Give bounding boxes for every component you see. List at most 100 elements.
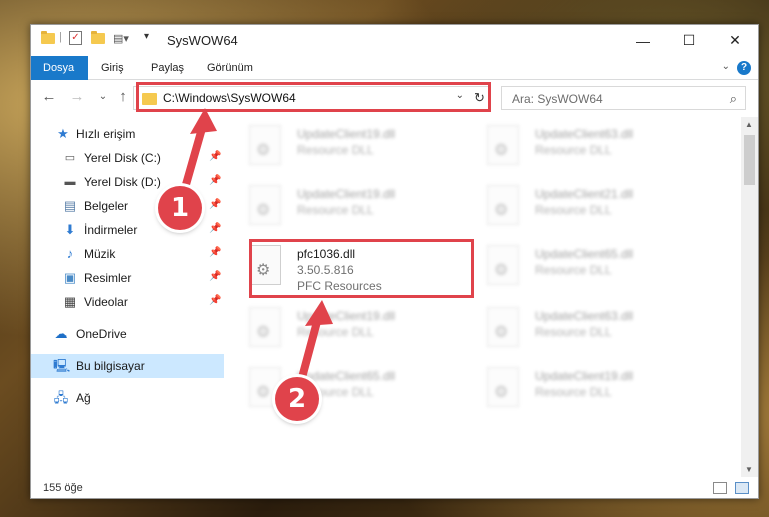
pictures-icon: ▣ bbox=[63, 270, 77, 285]
file-name: UpdateClient65.dll bbox=[535, 247, 634, 261]
step-badge-2: 2 bbox=[275, 377, 319, 421]
file-item[interactable]: UpdateClient63.dll Resource DLL bbox=[465, 299, 695, 355]
back-arrow-icon[interactable]: ← bbox=[39, 87, 59, 107]
nav-label: Resimler bbox=[84, 271, 132, 285]
computer-icon: 🖳 bbox=[53, 358, 71, 373]
nav-onedrive[interactable]: ☁ OneDrive bbox=[31, 322, 224, 346]
details-view-icon[interactable] bbox=[713, 482, 727, 494]
documents-icon: ▤ bbox=[63, 198, 77, 213]
nav-label: Bu bilgisayar bbox=[76, 359, 145, 373]
file-name: UpdateClient19.dll bbox=[297, 187, 396, 201]
nav-network[interactable]: 🖧 Ağ bbox=[31, 386, 224, 410]
file-name: UpdateClient63.dll bbox=[535, 309, 634, 323]
tab-home[interactable]: Giriş bbox=[89, 56, 136, 80]
nav-label: Yerel Disk (D:) bbox=[84, 175, 161, 189]
forward-arrow-icon[interactable]: → bbox=[67, 87, 87, 107]
pin-icon[interactable]: 📌 bbox=[209, 175, 221, 186]
expand-ribbon-icon[interactable]: ⌄ bbox=[722, 61, 730, 72]
nav-label: Belgeler bbox=[84, 199, 129, 213]
search-placeholder: Ara: SysWOW64 bbox=[512, 92, 603, 106]
item-count: 155 öğe bbox=[43, 482, 83, 494]
file-item[interactable]: UpdateClient19.dll Resource DLL bbox=[227, 299, 457, 355]
search-input[interactable]: Ara: SysWOW64 ⌕ bbox=[501, 86, 746, 110]
nav-drive-d[interactable]: ▬ Yerel Disk (D:) 📌 bbox=[31, 170, 224, 194]
file-item[interactable]: UpdateClient19.dll Resource DLL bbox=[465, 359, 695, 415]
nav-label: Müzik bbox=[84, 247, 116, 261]
recent-locations-icon[interactable]: ⌄ bbox=[93, 87, 113, 107]
nav-drive-c[interactable]: ▭ Yerel Disk (C:) 📌 bbox=[31, 146, 224, 170]
dll-file-icon bbox=[249, 307, 281, 347]
file-item[interactable]: UpdateClient63.dll Resource DLL bbox=[465, 117, 695, 173]
customize-toolbar-icon[interactable]: ▤▾ bbox=[113, 32, 129, 45]
dll-file-icon bbox=[249, 185, 281, 225]
pin-icon[interactable]: 📌 bbox=[209, 271, 221, 282]
file-description: Resource DLL bbox=[535, 263, 612, 277]
navigation-pane: ★ Hızlı erişim ▭ Yerel Disk (C:) 📌 ▬ Yer… bbox=[31, 117, 226, 477]
pin-icon[interactable]: 📌 bbox=[209, 223, 221, 234]
file-name: UpdateClient19.dll bbox=[297, 309, 396, 323]
file-description: Resource DLL bbox=[297, 325, 374, 339]
nav-music[interactable]: ♪ Müzik 📌 bbox=[31, 242, 224, 266]
scroll-down-icon[interactable]: ▼ bbox=[745, 465, 753, 474]
cloud-icon: ☁ bbox=[54, 326, 68, 341]
file-name: UpdateClient21.dll bbox=[535, 187, 634, 201]
pin-icon[interactable]: 📌 bbox=[209, 295, 221, 306]
title-bar: | ✓ ▤▾ ▾ SysWOW64 — ☐ ✕ bbox=[31, 25, 758, 56]
close-button[interactable]: ✕ bbox=[712, 25, 758, 56]
nav-quick-access[interactable]: ★ Hızlı erişim bbox=[31, 122, 224, 146]
new-folder-icon[interactable] bbox=[91, 31, 105, 44]
videos-icon: ▦ bbox=[63, 294, 77, 309]
file-description: Resource DLL bbox=[535, 385, 612, 399]
ribbon-tabs: Dosya Giriş Paylaş Görünüm ⌄ ? bbox=[31, 56, 758, 80]
scroll-up-icon[interactable]: ▲ bbox=[745, 120, 753, 129]
file-description: Resource DLL bbox=[535, 203, 612, 217]
maximize-button[interactable]: ☐ bbox=[666, 25, 712, 56]
file-item[interactable]: UpdateClient19.dll Resource DLL bbox=[227, 177, 457, 233]
file-name: UpdateClient63.dll bbox=[535, 127, 634, 141]
status-bar: 155 öğe bbox=[31, 477, 758, 498]
nav-label: Ağ bbox=[76, 391, 91, 405]
tab-file[interactable]: Dosya bbox=[31, 56, 88, 80]
properties-icon[interactable]: ✓ bbox=[69, 31, 82, 45]
file-item[interactable]: UpdateClient65.dll Resource DLL bbox=[227, 359, 457, 415]
nav-label: OneDrive bbox=[76, 327, 127, 341]
pin-icon[interactable]: 📌 bbox=[209, 151, 221, 162]
tab-view[interactable]: Görünüm bbox=[195, 56, 265, 80]
nav-this-pc[interactable]: 🖳 Bu bilgisayar bbox=[31, 354, 224, 378]
file-item[interactable]: UpdateClient19.dll Resource DLL bbox=[227, 117, 457, 173]
file-name: UpdateClient65.dll bbox=[297, 369, 396, 383]
address-highlight-box bbox=[136, 82, 491, 112]
up-arrow-icon[interactable]: ↑ bbox=[113, 87, 133, 107]
pin-icon[interactable]: 📌 bbox=[209, 199, 221, 210]
minimize-button[interactable]: — bbox=[620, 25, 666, 56]
network-icon: 🖧 bbox=[53, 390, 69, 405]
file-description: Resource DLL bbox=[297, 143, 374, 157]
file-item[interactable]: UpdateClient21.dll Resource DLL bbox=[465, 177, 695, 233]
window-title: SysWOW64 bbox=[167, 33, 238, 48]
dll-file-icon bbox=[487, 245, 519, 285]
tab-share[interactable]: Paylaş bbox=[139, 56, 196, 80]
search-icon[interactable]: ⌕ bbox=[730, 91, 737, 107]
folder-icon bbox=[41, 31, 55, 44]
dll-file-icon bbox=[487, 307, 519, 347]
vertical-scrollbar[interactable]: ▲ ▼ bbox=[741, 117, 758, 477]
downloads-icon: ⬇ bbox=[64, 222, 76, 237]
pin-icon[interactable]: 📌 bbox=[209, 247, 221, 258]
dll-file-icon bbox=[487, 125, 519, 165]
step-badge-1: 1 bbox=[158, 186, 202, 230]
file-description: Resource DLL bbox=[535, 325, 612, 339]
star-icon: ★ bbox=[57, 126, 69, 141]
nav-label: İndirmeler bbox=[84, 223, 138, 237]
help-button[interactable]: ? bbox=[737, 61, 751, 75]
nav-pictures[interactable]: ▣ Resimler 📌 bbox=[31, 266, 224, 290]
nav-videos[interactable]: ▦ Videolar 📌 bbox=[31, 290, 224, 314]
file-name: UpdateClient19.dll bbox=[535, 369, 634, 383]
file-item[interactable]: UpdateClient65.dll Resource DLL bbox=[465, 237, 695, 293]
quick-access-dropdown-icon[interactable]: ▾ bbox=[144, 31, 149, 42]
file-name: UpdateClient19.dll bbox=[297, 127, 396, 141]
large-icons-view-icon[interactable] bbox=[735, 482, 749, 494]
file-description: Resource DLL bbox=[297, 203, 374, 217]
separator-icon: | bbox=[59, 31, 62, 43]
drive-c-icon: ▭ bbox=[64, 152, 76, 164]
scroll-thumb[interactable] bbox=[744, 135, 755, 185]
